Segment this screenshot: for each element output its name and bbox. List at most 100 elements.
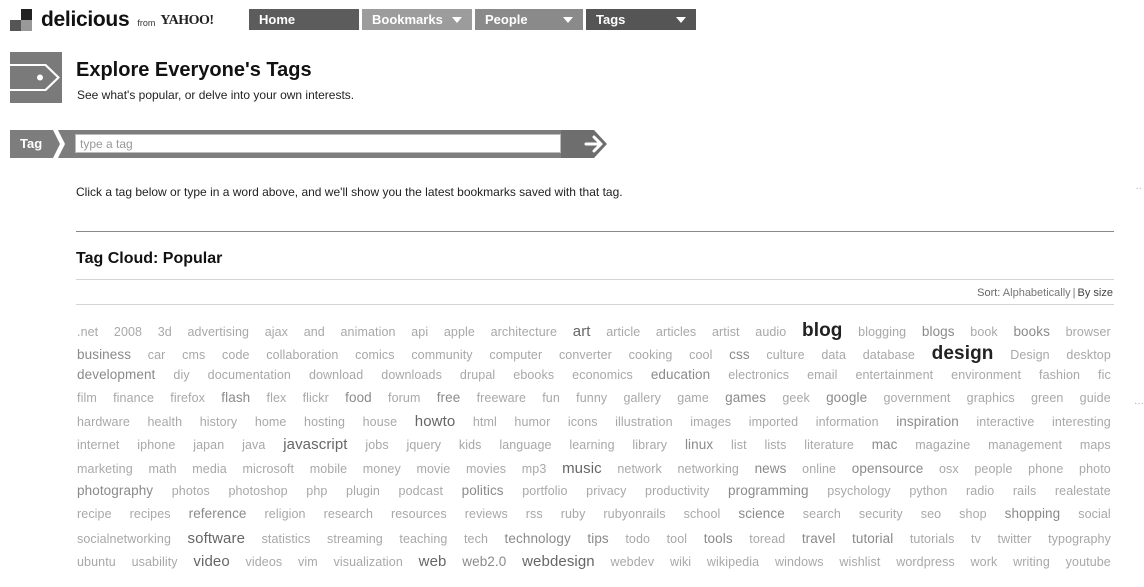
- tag-link[interactable]: illustration: [615, 415, 672, 429]
- tag-link[interactable]: environment: [951, 368, 1021, 382]
- tag-link[interactable]: code: [222, 348, 250, 362]
- delicious-logo[interactable]: delicious from YAHOO!: [10, 8, 214, 32]
- tag-link[interactable]: wikipedia: [707, 555, 759, 569]
- tag-link[interactable]: magazine: [915, 438, 970, 452]
- tag-link[interactable]: cms: [182, 348, 205, 362]
- tag-link[interactable]: advertising: [188, 325, 250, 339]
- tag-link[interactable]: japan: [193, 438, 224, 452]
- tag-link[interactable]: imported: [749, 415, 798, 429]
- tag-link[interactable]: recipe: [77, 507, 112, 521]
- tag-link[interactable]: shopping: [1005, 506, 1061, 521]
- tag-link[interactable]: cool: [689, 348, 712, 362]
- tag-link[interactable]: audio: [755, 325, 786, 339]
- tag-link[interactable]: tools: [704, 531, 733, 546]
- tag-link[interactable]: email: [807, 368, 837, 382]
- tag-link[interactable]: programming: [728, 483, 809, 498]
- tag-link[interactable]: free: [437, 390, 461, 405]
- tag-link[interactable]: electronics: [728, 368, 789, 382]
- tag-link[interactable]: language: [499, 438, 551, 452]
- arrow-right-icon[interactable]: [583, 134, 607, 154]
- tag-link[interactable]: opensource: [852, 461, 924, 476]
- tag-link[interactable]: ubuntu: [77, 555, 116, 569]
- tag-link[interactable]: webdesign: [522, 553, 595, 570]
- tag-link[interactable]: forum: [388, 391, 420, 405]
- tag-link[interactable]: java: [242, 438, 265, 452]
- tag-link[interactable]: health: [147, 415, 182, 429]
- tag-link[interactable]: history: [200, 415, 238, 429]
- tag-link[interactable]: web2.0: [462, 554, 506, 569]
- tag-link[interactable]: travel: [802, 531, 836, 546]
- tag-link[interactable]: resources: [391, 507, 447, 521]
- tag-link[interactable]: wishlist: [839, 555, 880, 569]
- tag-link[interactable]: documentation: [208, 368, 291, 382]
- tag-link[interactable]: rss: [526, 507, 543, 521]
- nav-people[interactable]: People: [475, 9, 583, 30]
- tag-link[interactable]: linux: [685, 437, 713, 452]
- tag-link[interactable]: inspiration: [896, 414, 959, 429]
- tag-link[interactable]: desktop: [1066, 348, 1110, 362]
- tag-link[interactable]: networking: [677, 462, 738, 476]
- tag-link[interactable]: lists: [764, 438, 786, 452]
- tag-link[interactable]: hosting: [304, 415, 345, 429]
- tag-link[interactable]: apple: [444, 325, 475, 339]
- tag-link[interactable]: tech: [464, 532, 488, 546]
- tag-link[interactable]: database: [863, 348, 915, 362]
- tag-link[interactable]: internet: [77, 438, 120, 452]
- tag-link[interactable]: phone: [1028, 462, 1063, 476]
- tag-link[interactable]: usability: [132, 555, 178, 569]
- tag-link[interactable]: podcast: [399, 484, 443, 498]
- tag-link[interactable]: comics: [355, 348, 395, 362]
- tag-link[interactable]: mp3: [522, 462, 547, 476]
- tag-link[interactable]: design: [932, 343, 994, 365]
- tag-link[interactable]: photography: [77, 483, 153, 498]
- tag-link[interactable]: photos: [172, 484, 210, 498]
- tag-link[interactable]: socialnetworking: [77, 532, 171, 546]
- tag-link[interactable]: html: [473, 415, 497, 429]
- tag-link[interactable]: portfolio: [522, 484, 567, 498]
- tag-link[interactable]: productivity: [645, 484, 709, 498]
- tag-link[interactable]: streaming: [327, 532, 383, 546]
- tag-link[interactable]: howto: [415, 413, 456, 430]
- tag-link[interactable]: images: [690, 415, 731, 429]
- tag-link[interactable]: icons: [568, 415, 598, 429]
- tag-link[interactable]: gallery: [623, 391, 661, 405]
- tag-link[interactable]: library: [632, 438, 667, 452]
- tag-link[interactable]: microsoft: [242, 462, 294, 476]
- tag-link[interactable]: flex: [267, 391, 287, 405]
- chevron-down-icon[interactable]: [676, 17, 686, 23]
- tag-link[interactable]: money: [363, 462, 401, 476]
- nav-home[interactable]: Home: [249, 9, 359, 30]
- tag-link[interactable]: jquery: [406, 438, 441, 452]
- tag-link[interactable]: marketing: [77, 462, 133, 476]
- tag-link[interactable]: 3d: [158, 325, 172, 339]
- tag-link[interactable]: rails: [1013, 484, 1036, 498]
- tag-link[interactable]: flash: [221, 390, 250, 405]
- tag-link[interactable]: 2008: [114, 325, 142, 339]
- tag-link[interactable]: javascript: [283, 436, 347, 453]
- tag-link[interactable]: tv: [971, 532, 981, 546]
- tag-link[interactable]: cooking: [629, 348, 673, 362]
- tag-link[interactable]: flickr: [303, 391, 329, 405]
- tag-link[interactable]: search: [803, 507, 841, 521]
- tag-link[interactable]: computer: [489, 348, 542, 362]
- tag-link[interactable]: youtube: [1066, 555, 1111, 569]
- tag-link[interactable]: tips: [587, 531, 608, 546]
- tag-link[interactable]: film: [77, 391, 97, 405]
- tag-link[interactable]: learning: [569, 438, 614, 452]
- tag-link[interactable]: todo: [625, 532, 650, 546]
- tag-link[interactable]: psychology: [827, 484, 891, 498]
- tag-link[interactable]: media: [192, 462, 227, 476]
- tag-link[interactable]: work: [971, 555, 998, 569]
- tag-link[interactable]: funny: [576, 391, 607, 405]
- tag-link[interactable]: python: [909, 484, 947, 498]
- tag-link[interactable]: jobs: [365, 438, 388, 452]
- tag-link[interactable]: fic: [1098, 368, 1111, 382]
- tag-link[interactable]: architecture: [491, 325, 558, 339]
- tag-link[interactable]: guide: [1080, 391, 1111, 405]
- nav-bookmarks[interactable]: Bookmarks: [362, 9, 472, 30]
- tag-link[interactable]: mobile: [310, 462, 347, 476]
- tag-link[interactable]: radio: [966, 484, 994, 498]
- tag-link[interactable]: blog: [802, 320, 843, 342]
- nav-tags[interactable]: Tags: [586, 9, 696, 30]
- tag-link[interactable]: iphone: [137, 438, 175, 452]
